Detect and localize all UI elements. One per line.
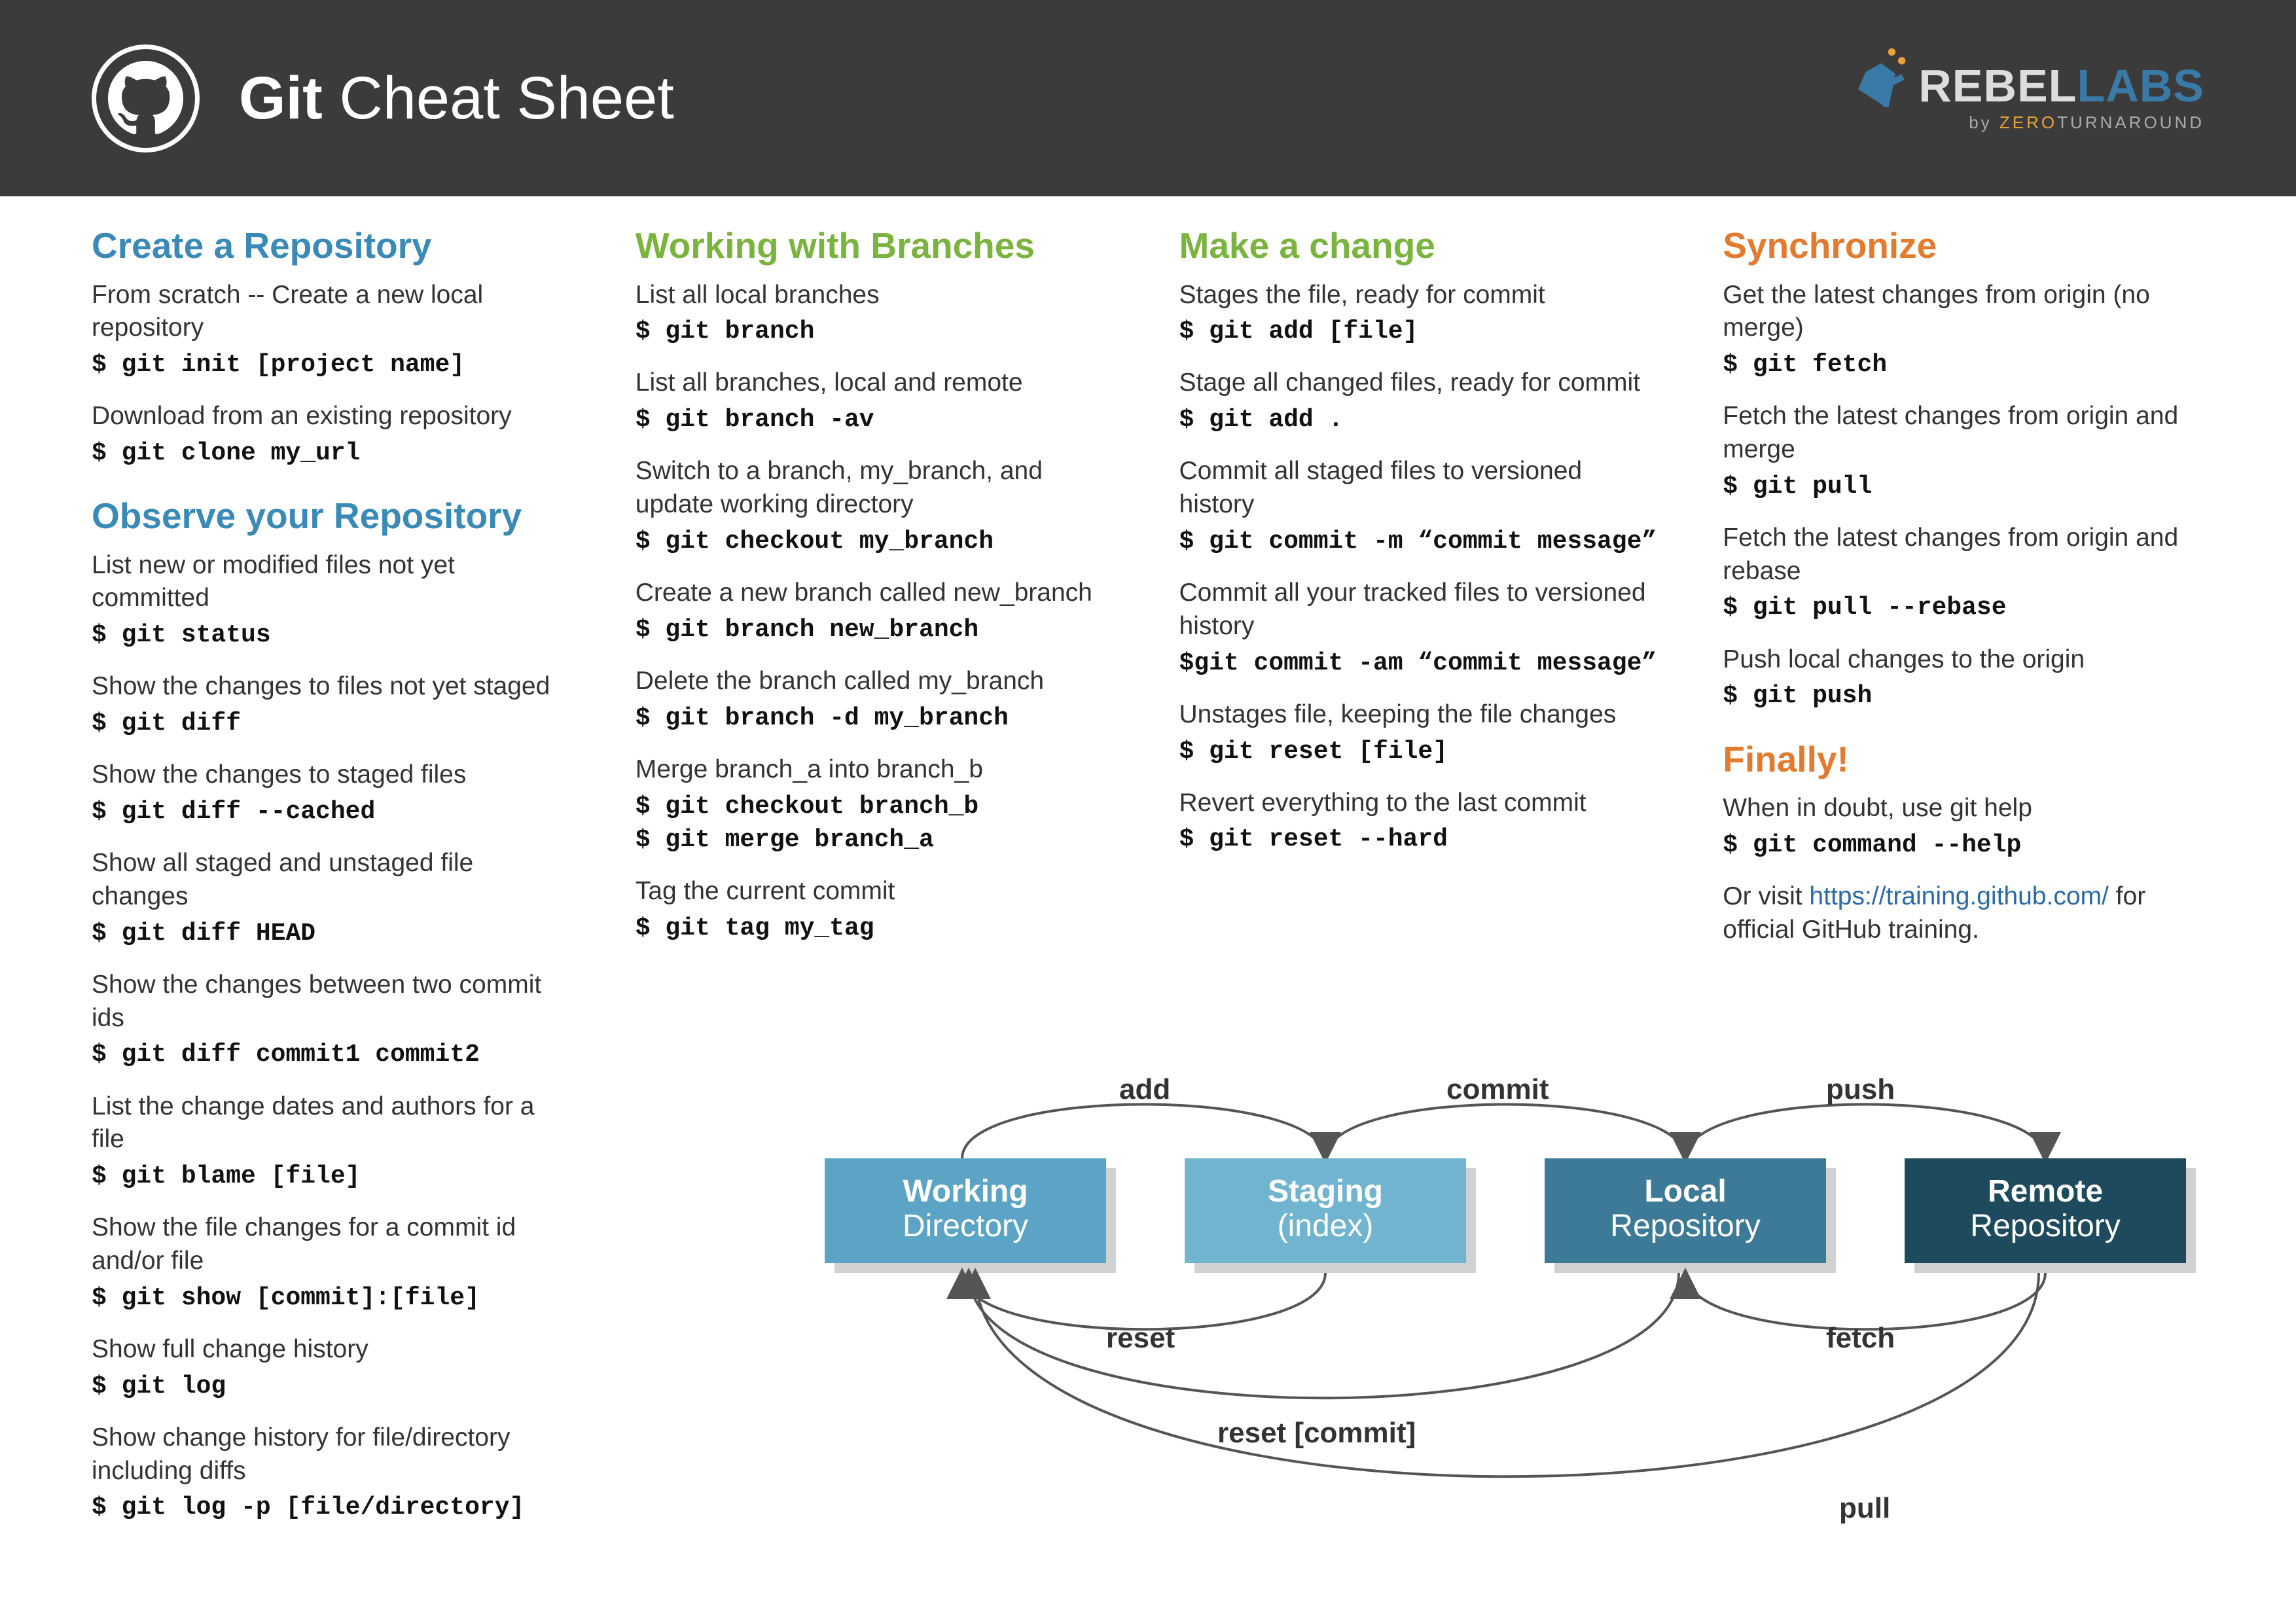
header: Git Cheat Sheet REBELLABS by ZEROTURNARO… (0, 0, 2296, 196)
diagram-arrows (661, 1047, 2193, 1603)
item: List the change dates and authors for a … (92, 1090, 573, 1194)
heading-change: Make a change (1179, 226, 1661, 266)
item: Or visit https://training.github.com/ fo… (1723, 880, 2204, 946)
item: Revert everything to the last commit$ gi… (1179, 787, 1661, 857)
item: From scratch -- Create a new local repos… (92, 279, 573, 382)
diagram-box-remote: Remote Repository (1905, 1158, 2186, 1263)
brand-logo: REBELLABS by ZEROTURNAROUND (1847, 46, 2204, 133)
item: Push local changes to the origin$ git pu… (1723, 643, 2204, 713)
item: Show all staged and unstaged file change… (92, 847, 573, 950)
item: Merge branch_a into branch_b$ git checko… (636, 753, 1117, 857)
item: Stages the file, ready for commit$ git a… (1179, 279, 1661, 349)
label-commit: commit (1446, 1073, 1549, 1106)
label-push: push (1826, 1073, 1895, 1106)
item: Commit all staged files to versioned his… (1179, 455, 1661, 558)
heading-observe: Observe your Repository (92, 496, 573, 536)
git-flow-diagram: Working Directory Staging (index) Local … (661, 1047, 2193, 1603)
label-add: add (1119, 1073, 1170, 1106)
item: List new or modified files not yet commi… (92, 549, 573, 652)
item: Fetch the latest changes from origin and… (1723, 522, 2204, 625)
page-title: Git Cheat Sheet (239, 64, 674, 133)
item: Tag the current commit$ git tag my_tag (636, 875, 1117, 945)
item: Fetch the latest changes from origin and… (1723, 400, 2204, 503)
label-fetch: fetch (1826, 1322, 1895, 1355)
item: Stage all changed files, ready for commi… (1179, 366, 1661, 437)
heading-branches: Working with Branches (636, 226, 1117, 266)
item: Show the changes between two commit ids$… (92, 969, 573, 1072)
item: Show the changes to staged files$ git di… (92, 758, 573, 829)
github-logo-circle (92, 45, 200, 152)
diagram-box-local: Local Repository (1545, 1158, 1826, 1263)
diagram-box-working: Working Directory (825, 1158, 1106, 1263)
item: Unstages file, keeping the file changes$… (1179, 698, 1661, 768)
label-pull: pull (1839, 1492, 1890, 1525)
item: Show change history for file/directory i… (92, 1421, 573, 1525)
brand-word-1: REBEL (1918, 60, 2077, 111)
item: Commit all your tracked files to version… (1179, 577, 1661, 680)
item: Create a new branch called new_branch$ g… (636, 577, 1117, 647)
brand-word-2: LABS (2077, 60, 2204, 111)
item: When in doubt, use git help$ git command… (1723, 792, 2204, 862)
item: Show the file changes for a commit id an… (92, 1211, 573, 1315)
item: Delete the branch called my_branch$ git … (636, 665, 1117, 735)
heading-finally: Finally! (1723, 740, 2204, 779)
heading-create: Create a Repository (92, 226, 573, 266)
diagram-box-staging: Staging (index) (1185, 1158, 1466, 1263)
column-1: Create a Repository From scratch -- Crea… (92, 226, 573, 1543)
heading-sync: Synchronize (1723, 226, 2204, 266)
item: Switch to a branch, my_branch, and updat… (636, 455, 1117, 558)
rebellabs-icon (1847, 46, 1909, 108)
label-reset: reset (1106, 1322, 1175, 1355)
item: Show full change history$ git log (92, 1333, 573, 1403)
item: Show the changes to files not yet staged… (92, 670, 573, 740)
github-icon (108, 61, 183, 136)
label-reset-commit: reset [commit] (1217, 1417, 1416, 1450)
training-link[interactable]: https://training.github.com/ (1809, 882, 2108, 910)
brand-subtitle: by ZEROTURNAROUND (1847, 113, 2204, 133)
item: Download from an existing repository $ g… (92, 400, 573, 470)
item: List all branches, local and remote$ git… (636, 366, 1117, 437)
item: List all local branches$ git branch (636, 279, 1117, 349)
item: Get the latest changes from origin (no m… (1723, 279, 2204, 382)
